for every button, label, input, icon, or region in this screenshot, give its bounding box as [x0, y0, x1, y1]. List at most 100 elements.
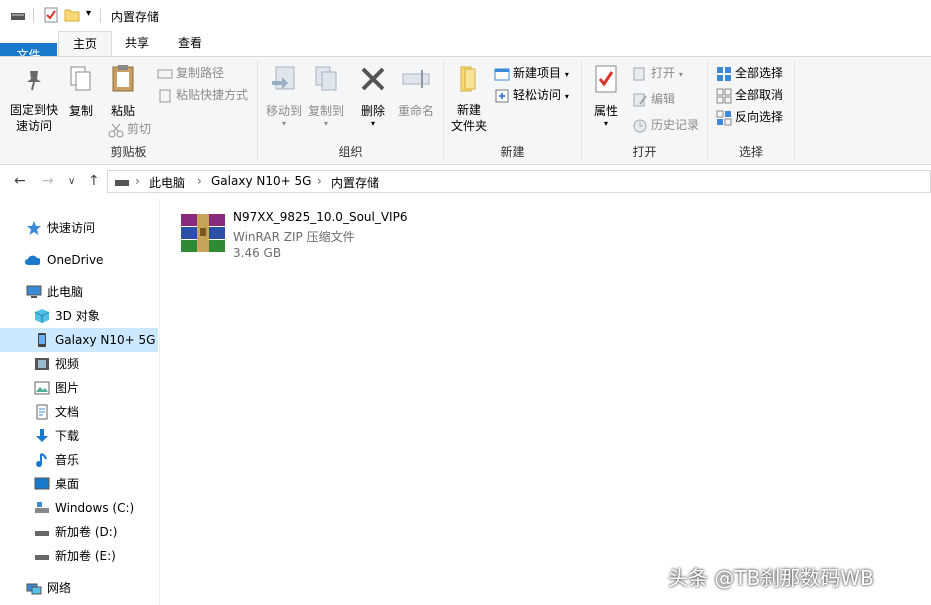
- move-to-icon: [272, 66, 295, 90]
- tab-share[interactable]: 共享: [112, 31, 162, 56]
- properties-button[interactable]: 属性 ▾: [588, 63, 624, 128]
- nav-drive-e-label: 新加卷 (E:): [55, 549, 116, 563]
- folder-icon: [460, 66, 476, 92]
- select-none-label: 全部取消: [735, 88, 784, 102]
- nav-onedrive[interactable]: OneDrive: [0, 248, 158, 272]
- nav-desktop[interactable]: 桌面: [0, 472, 158, 496]
- customize-quick-access-icon[interactable]: ▾: [86, 8, 91, 19]
- music-note-icon: [36, 453, 47, 467]
- star-icon: [27, 221, 41, 235]
- group-organize-label: 组织: [338, 145, 363, 159]
- nav-pictures[interactable]: 图片: [0, 376, 158, 400]
- nav-onedrive-label: OneDrive: [47, 253, 104, 267]
- paste-label: 粘贴: [110, 104, 135, 118]
- ribbon: 固定到快 速访问 复制 粘贴 复制路径 粘贴快捷方式 剪切 剪贴板 移动到 ▾: [0, 56, 931, 165]
- breadcrumb-internal-storage[interactable]: 内置存储: [331, 174, 379, 191]
- rename-icon: [402, 70, 430, 88]
- cut-label: 剪切: [127, 122, 152, 136]
- forward-arrow-icon[interactable]: →: [42, 173, 54, 189]
- file-name: N97XX_9825_10.0_Soul_VIP6: [233, 210, 408, 224]
- new-item-icon: [494, 68, 510, 80]
- paste-button[interactable]: 粘贴: [104, 63, 142, 119]
- group-open-label: 打开: [632, 145, 657, 159]
- breadcrumb-sep-icon: ›: [197, 174, 202, 188]
- select-none-button[interactable]: 全部取消: [716, 85, 783, 105]
- new-folder-button[interactable]: 新建 文件夹: [448, 63, 490, 134]
- breadcrumb-sep-icon: ›: [317, 174, 322, 188]
- picture-icon: [34, 381, 50, 395]
- nav-drive-e[interactable]: 新加卷 (E:): [0, 544, 158, 568]
- properties-quick-icon[interactable]: [43, 7, 59, 23]
- up-arrow-icon[interactable]: ↑: [88, 173, 100, 189]
- network-icon: [26, 583, 42, 595]
- paste-shortcut-icon: [159, 89, 171, 102]
- nav-videos-label: 视频: [55, 357, 80, 371]
- edit-button[interactable]: 编辑: [632, 89, 675, 109]
- group-new-label: 新建: [500, 145, 525, 159]
- nav-music[interactable]: 音乐: [0, 448, 158, 472]
- copy-to-label: 复制到: [307, 104, 344, 118]
- back-arrow-icon[interactable]: ←: [14, 173, 26, 189]
- nav-documents[interactable]: 文档: [0, 400, 158, 424]
- move-to-button[interactable]: 移动到 ▾: [262, 63, 306, 128]
- tab-home[interactable]: 主页: [58, 31, 112, 57]
- rename-button[interactable]: 重命名: [394, 63, 438, 119]
- nav-quick-access[interactable]: 快速访问: [0, 216, 158, 240]
- nav-videos[interactable]: 视频: [0, 352, 158, 376]
- document-icon: [36, 404, 48, 420]
- properties-icon: [595, 65, 617, 93]
- new-folder-quick-icon[interactable]: [64, 7, 80, 23]
- drive-icon: [115, 180, 129, 186]
- paste-icon: [112, 65, 134, 92]
- copy-button[interactable]: 复制: [64, 63, 98, 119]
- new-item-button[interactable]: 新建项目 ▾: [494, 63, 569, 83]
- nav-quick-access-label: 快速访问: [47, 221, 96, 235]
- cut-button[interactable]: 剪切: [108, 119, 151, 139]
- nav-drive-c[interactable]: Windows (C:): [0, 496, 158, 520]
- title-bar: ▾ 内置存储: [0, 0, 931, 31]
- nav-this-pc-label: 此电脑: [47, 285, 84, 299]
- open-button[interactable]: 打开 ▾: [632, 63, 683, 83]
- select-all-icon: [717, 66, 731, 81]
- nav-pictures-label: 图片: [55, 381, 80, 395]
- recent-locations-icon[interactable]: ∨: [68, 176, 75, 187]
- download-icon: [36, 429, 48, 442]
- breadcrumb-sep-icon: ›: [135, 174, 140, 188]
- drive-icon: [35, 531, 49, 536]
- nav-3d-objects[interactable]: 3D 对象: [0, 304, 158, 328]
- pin-icon: [27, 71, 41, 91]
- delete-button[interactable]: 删除 ▾: [356, 63, 390, 128]
- drive-icon: [35, 555, 49, 560]
- nav-downloads[interactable]: 下载: [0, 424, 158, 448]
- nav-this-pc[interactable]: 此电脑: [0, 280, 158, 304]
- nav-3d-objects-label: 3D 对象: [55, 309, 100, 323]
- cube-icon: [34, 309, 50, 323]
- file-size: 3.46 GB: [233, 246, 282, 260]
- breadcrumb-this-pc[interactable]: 此电脑: [149, 174, 185, 191]
- easy-access-button[interactable]: 轻松访问 ▾: [494, 85, 569, 105]
- tab-view[interactable]: 查看: [164, 31, 216, 56]
- paste-shortcut-button[interactable]: 粘贴快捷方式: [157, 85, 248, 105]
- group-clipboard: 固定到快 速访问 复制 粘贴 复制路径 粘贴快捷方式 剪切 剪贴板: [0, 57, 257, 164]
- copy-path-label: 复制路径: [176, 66, 225, 80]
- invert-selection-button[interactable]: 反向选择: [716, 107, 783, 127]
- paste-shortcut-label: 粘贴快捷方式: [176, 88, 249, 102]
- nav-galaxy-device[interactable]: Galaxy N10+ 5G: [0, 328, 158, 352]
- nav-drive-c-label: Windows (C:): [55, 501, 135, 515]
- winrar-archive-icon: [181, 214, 225, 252]
- easy-access-icon: [495, 89, 509, 102]
- copy-label: 复制: [68, 104, 93, 118]
- nav-drive-d[interactable]: 新加卷 (D:): [0, 520, 158, 544]
- breadcrumb-galaxy[interactable]: Galaxy N10+ 5G: [211, 174, 311, 188]
- delete-x-icon: [361, 67, 385, 91]
- nav-network[interactable]: 网络: [0, 576, 158, 600]
- easy-access-label: 轻松访问: [513, 88, 562, 102]
- copy-path-button[interactable]: 复制路径: [157, 63, 224, 83]
- history-button[interactable]: 历史记录: [632, 115, 699, 135]
- pin-quick-access-button[interactable]: 固定到快 速访问: [6, 63, 62, 134]
- copy-to-button[interactable]: 复制到 ▾: [306, 63, 346, 128]
- file-item[interactable]: N97XX_9825_10.0_Soul_VIP6 WinRAR ZIP 压缩文…: [179, 210, 439, 262]
- address-bar[interactable]: › 此电脑 › Galaxy N10+ 5G › 内置存储: [107, 170, 931, 193]
- select-all-button[interactable]: 全部选择: [716, 63, 783, 83]
- group-clipboard-label: 剪贴板: [110, 145, 147, 159]
